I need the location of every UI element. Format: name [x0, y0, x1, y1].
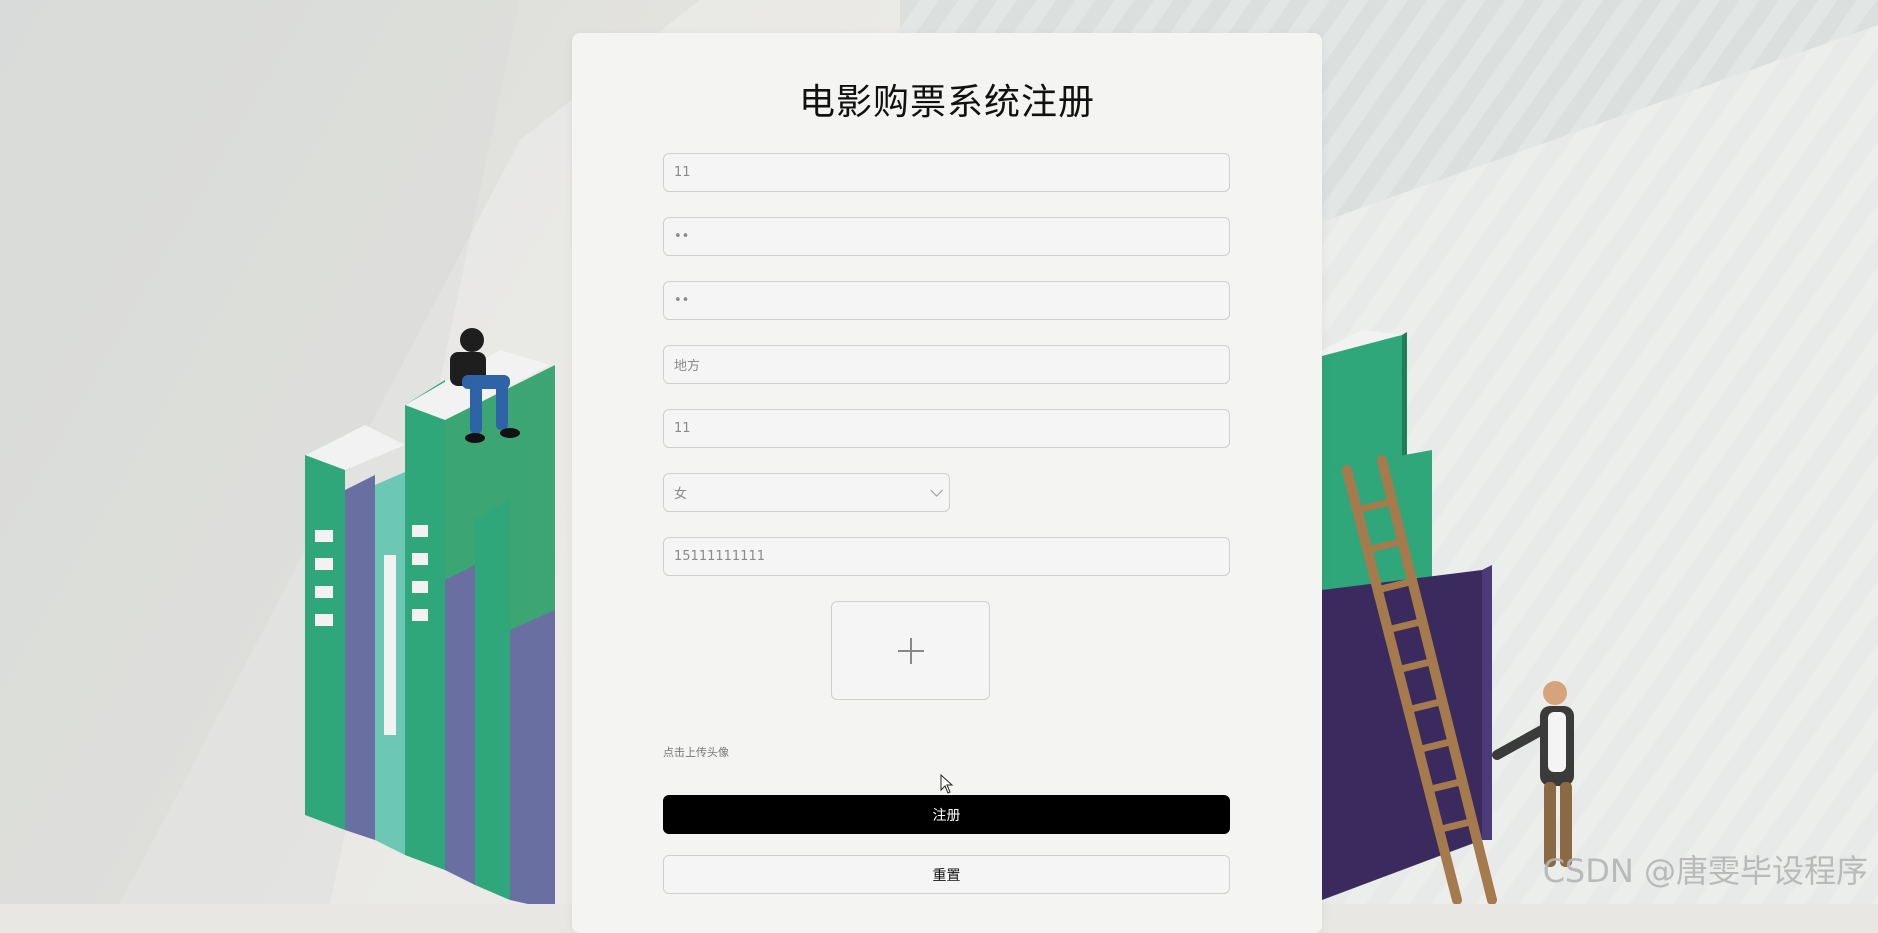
- avatar-uploader[interactable]: [831, 601, 990, 700]
- chevron-down-icon: [930, 484, 943, 497]
- confirm-password-field[interactable]: [663, 281, 1230, 320]
- username-field[interactable]: [663, 153, 1230, 192]
- phone-field[interactable]: [663, 537, 1230, 576]
- page-title: 电影购票系统注册: [798, 82, 1095, 123]
- watermark: CSDN @唐雯毕设程序: [1542, 852, 1868, 890]
- upload-hint: 点击上传头像: [663, 746, 729, 759]
- plus-icon: [897, 637, 924, 664]
- register-button[interactable]: 注册: [663, 795, 1230, 834]
- password-field[interactable]: [663, 217, 1230, 256]
- reset-button[interactable]: 重置: [663, 855, 1230, 894]
- age-field[interactable]: [663, 409, 1230, 448]
- register-card: 电影购票系统注册 女 点击上传头像 注册 重置: [572, 33, 1322, 933]
- gender-select-value: 女: [674, 487, 688, 502]
- gender-select[interactable]: 女: [663, 473, 950, 512]
- address-field[interactable]: [663, 345, 1230, 384]
- books-illustration-right: [1322, 330, 1574, 904]
- mouse-cursor-icon: [940, 774, 954, 794]
